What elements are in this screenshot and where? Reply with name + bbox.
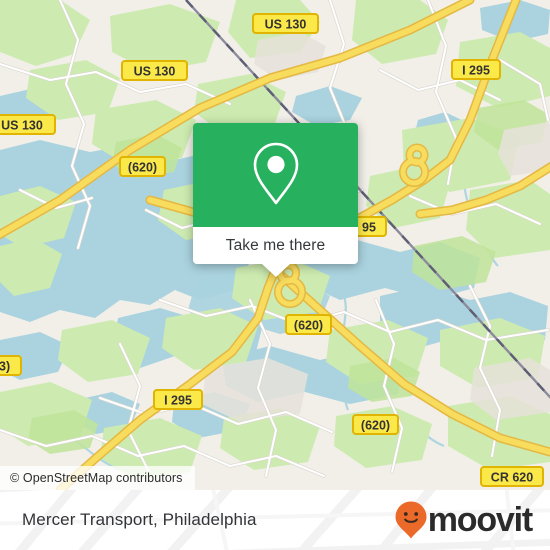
svg-text:(620): (620): [294, 319, 323, 333]
shield-cr-620: CR 620: [480, 466, 544, 487]
moovit-wordmark: moovit: [427, 501, 533, 539]
svg-text:US 130: US 130: [265, 18, 307, 32]
footer-bar: Mercer Transport, Philadelphia moovit: [0, 490, 550, 550]
osm-attribution-text: © OpenStreetMap contributors: [10, 471, 183, 485]
shield-620-b: (620): [285, 314, 332, 335]
shield-us-130-b: US 130: [121, 60, 188, 81]
location-popup-card[interactable]: Take me there: [193, 123, 358, 277]
footer-content: Mercer Transport, Philadelphia moovit: [0, 490, 550, 550]
moovit-logo[interactable]: moovit: [394, 500, 533, 540]
shield-620-a: (620): [119, 156, 166, 177]
map-pin-icon: [253, 142, 298, 205]
moovit-smiley-pin-icon: [395, 501, 427, 539]
shield-43: (43): [0, 355, 22, 376]
popup-header: [193, 123, 358, 227]
svg-text:(620): (620): [128, 161, 157, 175]
svg-text:CR 620: CR 620: [491, 471, 533, 485]
shield-us-130-c: US 130: [0, 114, 56, 135]
shield-620-c: (620): [352, 414, 399, 435]
shield-i-295-b: I 295: [153, 389, 203, 410]
moovit-map-screenshot: US 130 US 130 US 130 I 295 (620) 95 (620…: [0, 0, 550, 550]
place-title: Mercer Transport, Philadelphia: [22, 510, 257, 529]
take-me-there-button[interactable]: Take me there: [226, 237, 326, 255]
osm-attribution[interactable]: © OpenStreetMap contributors: [0, 466, 195, 490]
svg-text:(620): (620): [361, 419, 390, 433]
popup-pointer-tail: [261, 264, 290, 277]
popup-footer[interactable]: Take me there: [193, 227, 358, 264]
svg-text:I 295: I 295: [462, 64, 490, 78]
shield-us-130-a: US 130: [252, 13, 319, 34]
svg-text:US 130: US 130: [1, 119, 43, 133]
svg-text:US 130: US 130: [134, 65, 176, 79]
svg-text:95: 95: [362, 221, 376, 235]
shield-i-295-a: I 295: [451, 59, 501, 80]
svg-text:I 295: I 295: [164, 394, 192, 408]
svg-text:(43): (43): [0, 360, 10, 374]
